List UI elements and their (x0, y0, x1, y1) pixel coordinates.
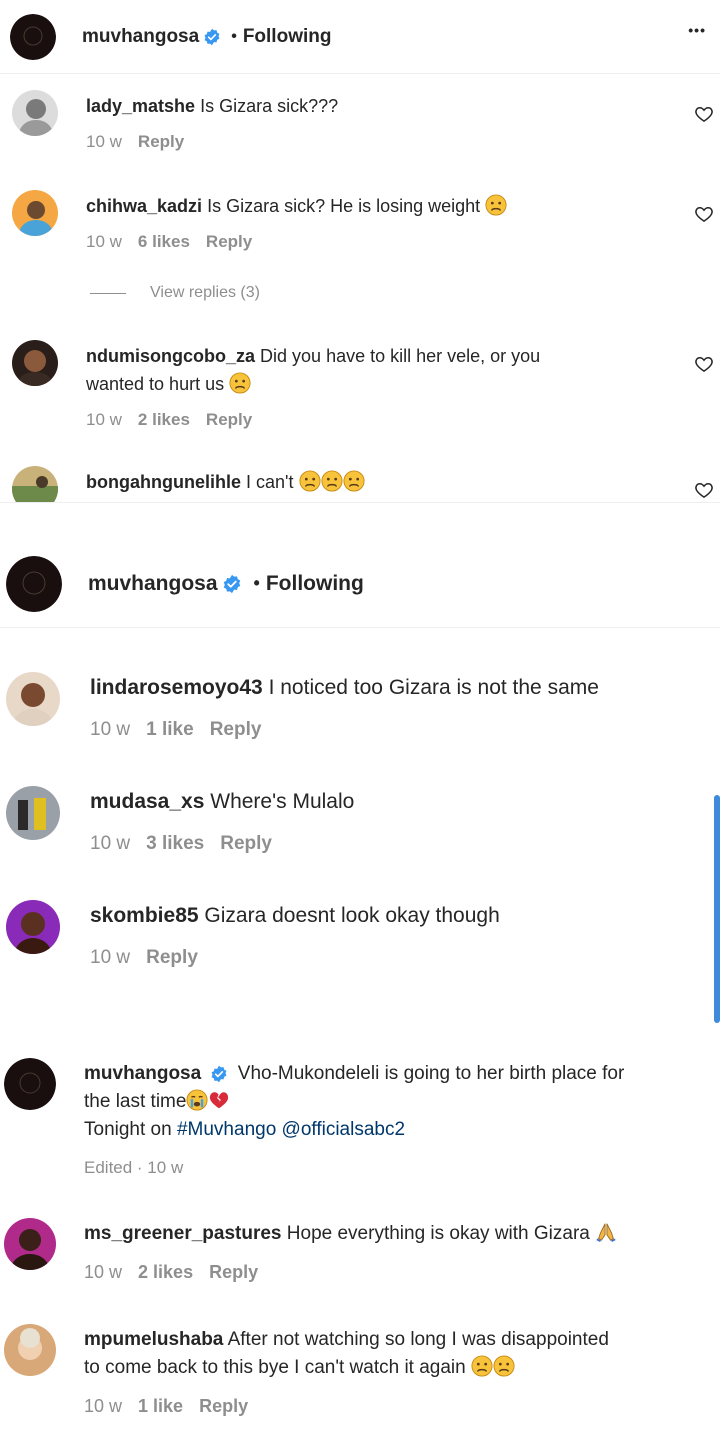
comment-text: Did you have to kill her vele, or you (260, 346, 541, 366)
likes-count[interactable]: 6 likes (138, 232, 190, 251)
comment-username[interactable]: lady_matshe (86, 96, 195, 116)
verified-badge-icon (210, 1065, 228, 1083)
comment-username[interactable]: mpumelushaba (84, 1329, 223, 1350)
verified-badge-icon (203, 28, 221, 46)
comment-text-line2: wanted to hurt us (86, 374, 225, 394)
comment-text: Where's Mulalo (210, 790, 355, 813)
scrollbar[interactable] (714, 795, 720, 1023)
sad-face-emoji-icon (321, 470, 343, 492)
post-header: muvhangosa • Following ••• (0, 0, 720, 74)
crying-face-emoji-icon (186, 1089, 208, 1111)
comment-time: 10 w (90, 719, 131, 740)
verified-badge-icon (222, 574, 242, 594)
reply-button[interactable]: Reply (199, 1396, 248, 1416)
sad-face-emoji-icon (229, 372, 251, 394)
caption-text: Vho-Mukondeleli is going to her birth pl… (237, 1063, 625, 1084)
post-header: muvhangosa • Following (0, 540, 720, 628)
more-options-icon[interactable]: ••• (688, 22, 706, 38)
reply-button[interactable]: Reply (220, 833, 272, 854)
comment-text: I can't (246, 472, 294, 492)
comment-time: 10 w (86, 132, 122, 151)
comment-username[interactable]: skombie85 (90, 904, 199, 927)
caption-text-line2: the last time (84, 1091, 187, 1112)
sad-face-emoji-icon (471, 1355, 493, 1377)
avatar[interactable] (12, 466, 58, 502)
reply-button[interactable]: Reply (206, 410, 252, 429)
comment-text: Gizara doesnt look okay though (204, 904, 500, 927)
comment-text: After not watching so long I was disappo… (227, 1329, 609, 1350)
avatar[interactable] (12, 190, 58, 236)
separator-dot: • (253, 573, 260, 593)
comment-time: 10 w (84, 1262, 123, 1282)
poster-avatar[interactable] (6, 555, 62, 612)
heart-outline-icon[interactable] (694, 354, 714, 374)
poster-username[interactable]: muvhangosa (84, 1063, 201, 1084)
comment-time: 10 w (86, 232, 122, 251)
likes-count[interactable]: 2 likes (138, 410, 190, 429)
view-replies-button[interactable]: View replies (3) (90, 284, 260, 302)
reply-button[interactable]: Reply (206, 232, 252, 251)
avatar[interactable] (12, 340, 58, 386)
separator-dot: • (231, 27, 237, 45)
heart-outline-icon[interactable] (694, 204, 714, 224)
comment-username[interactable]: ms_greener_pastures (84, 1223, 282, 1244)
view-replies-line (90, 292, 126, 294)
following-button[interactable]: Following (243, 26, 332, 48)
comment-text: I noticed too Gizara is not the same (268, 676, 599, 699)
comment-time: 10 w (90, 947, 131, 968)
heart-outline-icon[interactable] (694, 104, 714, 124)
likes-count[interactable]: 1 like (138, 1396, 183, 1416)
comment-text: Is Gizara sick? He is losing weight (207, 196, 481, 216)
view-replies-label: View replies (3) (150, 284, 260, 301)
reply-button[interactable]: Reply (138, 132, 184, 151)
folded-hands-emoji-icon (595, 1221, 617, 1243)
hashtag-link[interactable]: #Muvhango (177, 1119, 276, 1140)
broken-heart-emoji-icon (208, 1089, 230, 1111)
avatar[interactable] (12, 90, 58, 136)
likes-count[interactable]: 3 likes (146, 833, 204, 854)
following-button[interactable]: Following (266, 572, 364, 596)
caption-text-line3: Tonight on (84, 1119, 172, 1140)
mention-link[interactable]: @officialsabc2 (282, 1119, 406, 1140)
sad-face-emoji-icon (343, 470, 365, 492)
reply-button[interactable]: Reply (209, 1262, 258, 1282)
poster-avatar[interactable] (10, 13, 56, 60)
avatar[interactable] (6, 786, 60, 840)
heart-outline-icon[interactable] (694, 480, 714, 500)
comment-text-line2: to come back to this bye I can't watch i… (84, 1357, 466, 1378)
likes-count[interactable]: 1 like (146, 719, 194, 740)
comment-text: Hope everything is okay with Gizara (286, 1223, 590, 1244)
comment-username[interactable]: mudasa_xs (90, 790, 204, 813)
poster-username[interactable]: muvhangosa (88, 572, 218, 596)
caption-meta: Edited · 10 w (84, 1158, 184, 1177)
avatar[interactable] (4, 1218, 56, 1270)
comment-username[interactable]: chihwa_kadzi (86, 196, 202, 216)
reply-button[interactable]: Reply (146, 947, 198, 968)
sad-face-emoji-icon (485, 194, 507, 216)
comment-time: 10 w (90, 833, 131, 854)
sad-face-emoji-icon (299, 470, 321, 492)
comment-username[interactable]: lindarosemoyo43 (90, 676, 263, 699)
comment-item: bongahngunelihle I can't (0, 466, 720, 503)
comment-text: Is Gizara sick??? (200, 96, 339, 116)
avatar[interactable] (6, 672, 60, 726)
avatar[interactable] (6, 900, 60, 954)
comment-username[interactable]: bongahngunelihle (86, 472, 241, 492)
reply-button[interactable]: Reply (210, 719, 262, 740)
comment-time: 10 w (84, 1396, 123, 1416)
sad-face-emoji-icon (493, 1355, 515, 1377)
avatar[interactable] (4, 1324, 56, 1376)
comment-time: 10 w (86, 410, 122, 429)
likes-count[interactable]: 2 likes (138, 1262, 193, 1282)
comment-username[interactable]: ndumisongcobo_za (86, 346, 255, 366)
poster-avatar[interactable] (4, 1058, 56, 1110)
poster-username[interactable]: muvhangosa (82, 26, 199, 48)
